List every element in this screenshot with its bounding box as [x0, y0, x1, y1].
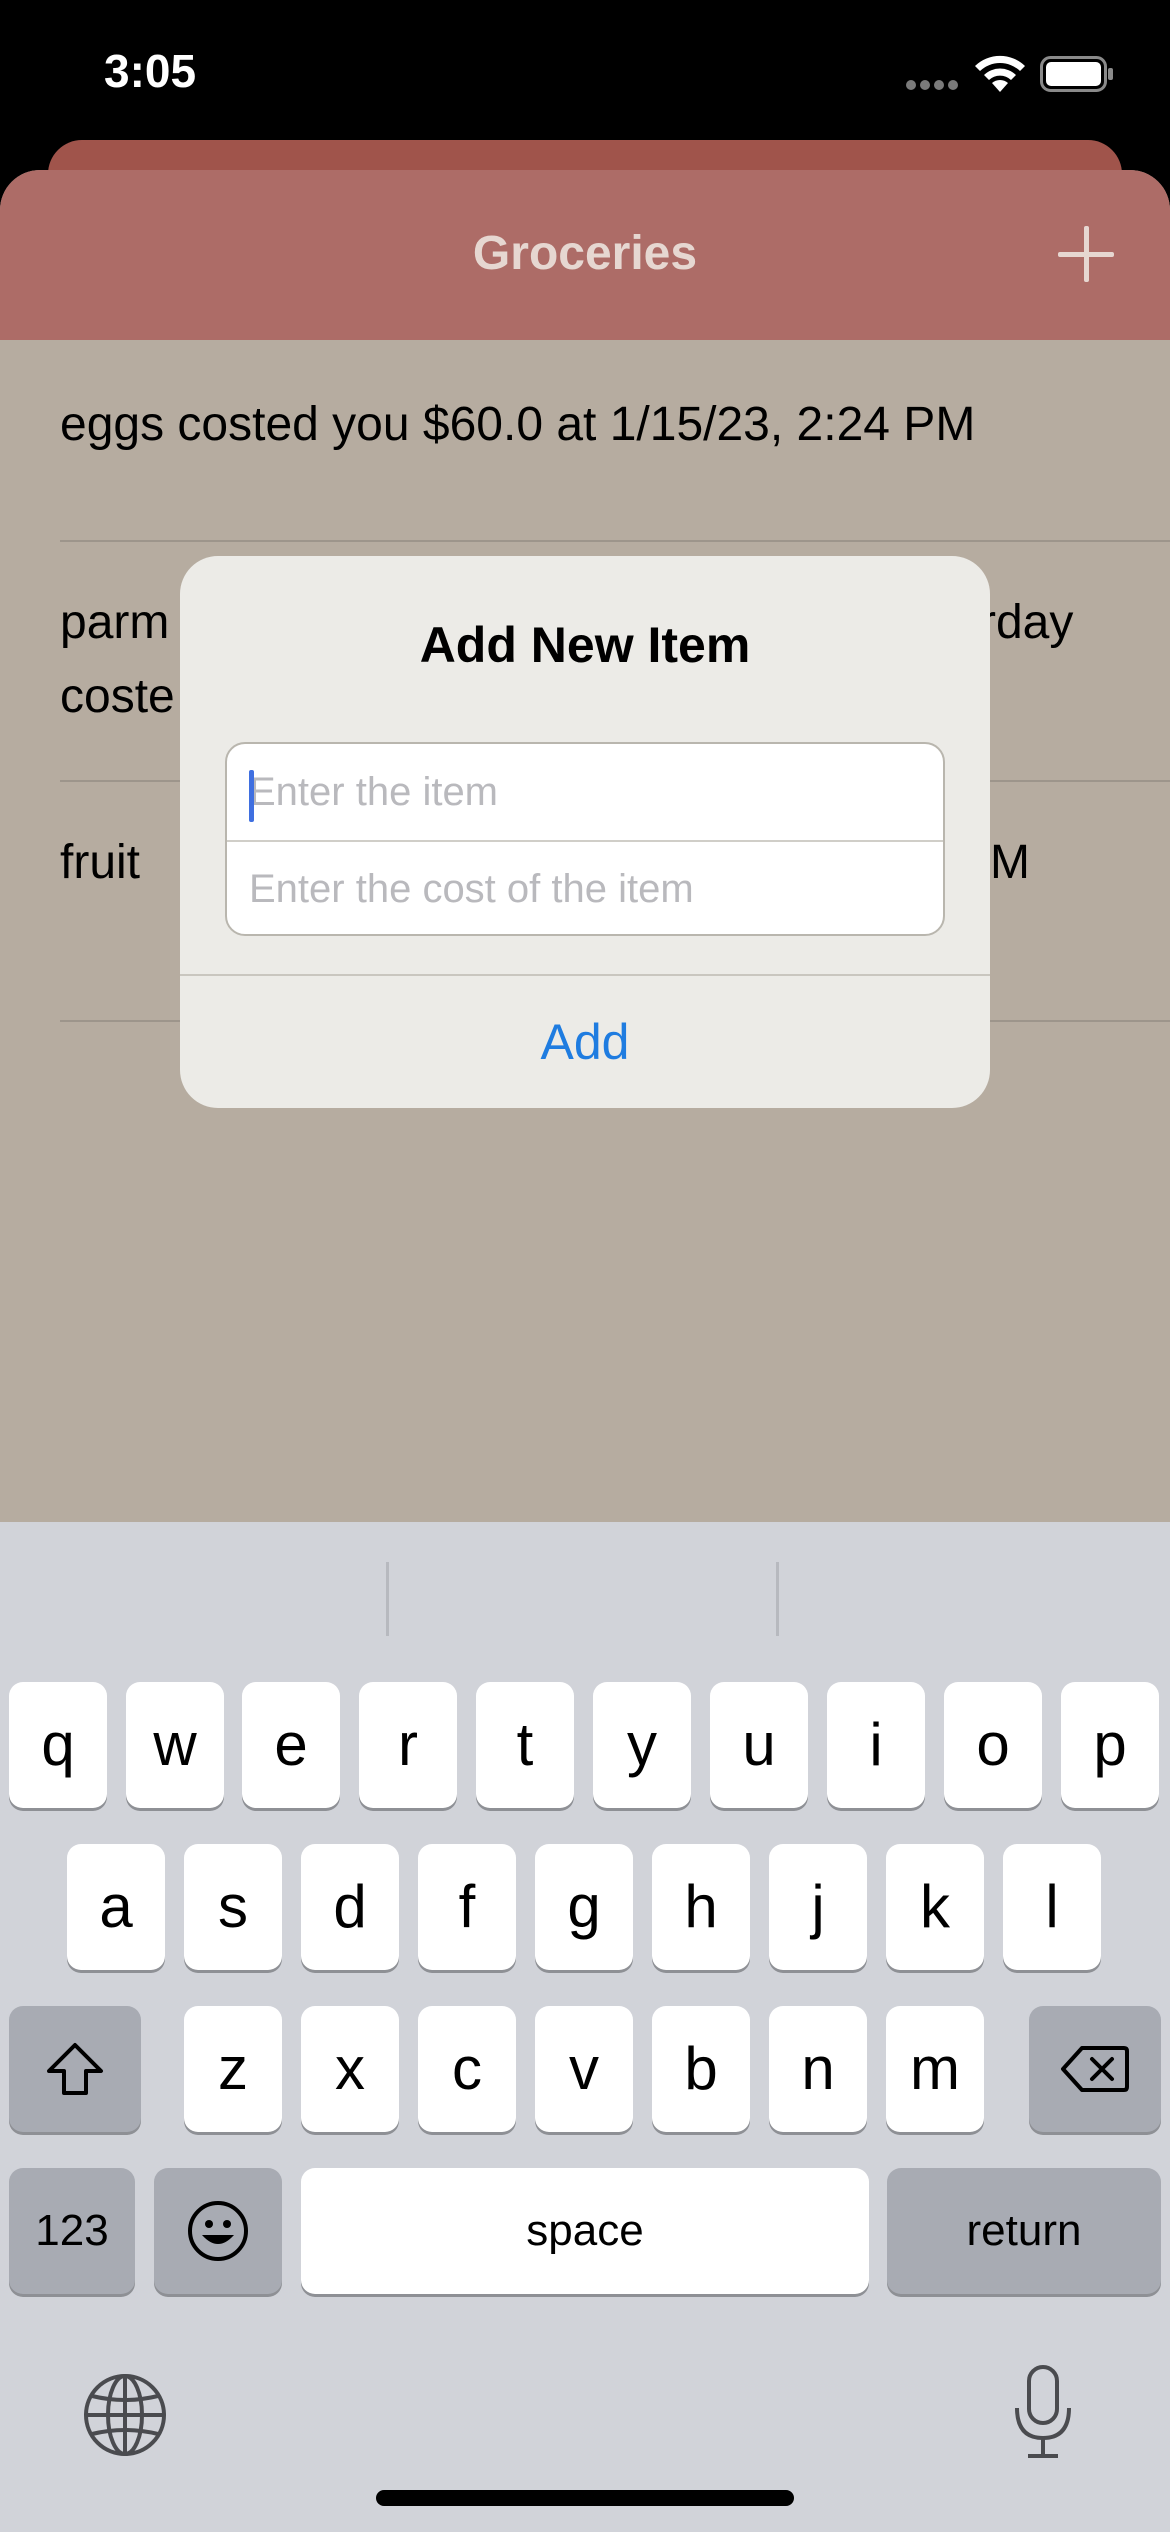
key-g[interactable]: g [535, 1844, 633, 1970]
list-item-text-right: M [990, 836, 1030, 889]
alert-title: Add New Item [419, 617, 751, 673]
list-item-text: parm [60, 596, 170, 649]
numbers-key[interactable]: 123 [9, 2168, 135, 2294]
text-caret [249, 770, 254, 822]
list-item[interactable]: fruit [60, 826, 140, 900]
return-key[interactable]: return [887, 2168, 1161, 2294]
cellular-signal-icon [906, 80, 958, 92]
add-button[interactable]: Add [180, 976, 990, 1108]
key-x[interactable]: x [301, 2006, 399, 2132]
key-n[interactable]: n [769, 2006, 867, 2132]
list-item-text-right: rday [980, 596, 1074, 649]
alert-fields [225, 742, 945, 936]
key-p[interactable]: p [1061, 1682, 1159, 1808]
key-s[interactable]: s [184, 1844, 282, 1970]
key-i[interactable]: i [827, 1682, 925, 1808]
key-e[interactable]: e [242, 1682, 340, 1808]
list-item-text: eggs costed you $60.0 at 1/15/23, 2:24 P… [60, 398, 976, 451]
space-key[interactable]: space [301, 2168, 869, 2294]
key-b[interactable]: b [652, 2006, 750, 2132]
item-cost-input[interactable] [227, 840, 943, 934]
status-time: 3:05 [104, 45, 197, 97]
key-o[interactable]: o [944, 1682, 1042, 1808]
list-item-text: fruit [60, 836, 141, 889]
key-v[interactable]: v [535, 2006, 633, 2132]
key-a[interactable]: a [67, 1844, 165, 1970]
list-item[interactable]: parm [60, 586, 169, 660]
key-l[interactable]: l [1003, 1844, 1101, 1970]
microphone-icon[interactable] [1012, 2364, 1074, 2460]
emoji-key[interactable] [154, 2168, 282, 2294]
status-bar: 3:05 [0, 0, 1170, 150]
battery-icon [1040, 56, 1113, 92]
item-name-input[interactable] [227, 744, 943, 840]
navigation-bar: Groceries [0, 170, 1170, 340]
delete-icon [1061, 2046, 1129, 2092]
delete-key[interactable] [1029, 2006, 1161, 2132]
list-item[interactable]: eggs costed you $60.0 at 1/15/23, 2:24 P… [60, 388, 975, 462]
wifi-icon [975, 55, 1025, 92]
list-item-text: coste [60, 670, 175, 723]
key-u[interactable]: u [710, 1682, 808, 1808]
add-item-alert: Add New Item Add [180, 556, 990, 1108]
key-y[interactable]: y [593, 1682, 691, 1808]
key-k[interactable]: k [886, 1844, 984, 1970]
key-z[interactable]: z [184, 2006, 282, 2132]
globe-icon[interactable] [82, 2372, 168, 2458]
suggestion-divider [776, 1562, 779, 1636]
add-item-button[interactable] [1058, 226, 1114, 282]
row-divider [60, 540, 1170, 542]
key-h[interactable]: h [652, 1844, 750, 1970]
key-c[interactable]: c [418, 2006, 516, 2132]
key-d[interactable]: d [301, 1844, 399, 1970]
home-indicator [376, 2490, 794, 2506]
key-r[interactable]: r [359, 1682, 457, 1808]
key-t[interactable]: t [476, 1682, 574, 1808]
keyboard: q w e r t y u i o p a s d f g h j k l z … [0, 1522, 1170, 2532]
key-m[interactable]: m [886, 2006, 984, 2132]
key-j[interactable]: j [769, 1844, 867, 1970]
key-w[interactable]: w [126, 1682, 224, 1808]
shift-icon [47, 2043, 103, 2095]
shift-key[interactable] [9, 2006, 141, 2132]
emoji-icon [188, 2201, 248, 2261]
suggestion-divider [386, 1562, 389, 1636]
key-q[interactable]: q [9, 1682, 107, 1808]
key-f[interactable]: f [418, 1844, 516, 1970]
page-title: Groceries [472, 227, 698, 280]
